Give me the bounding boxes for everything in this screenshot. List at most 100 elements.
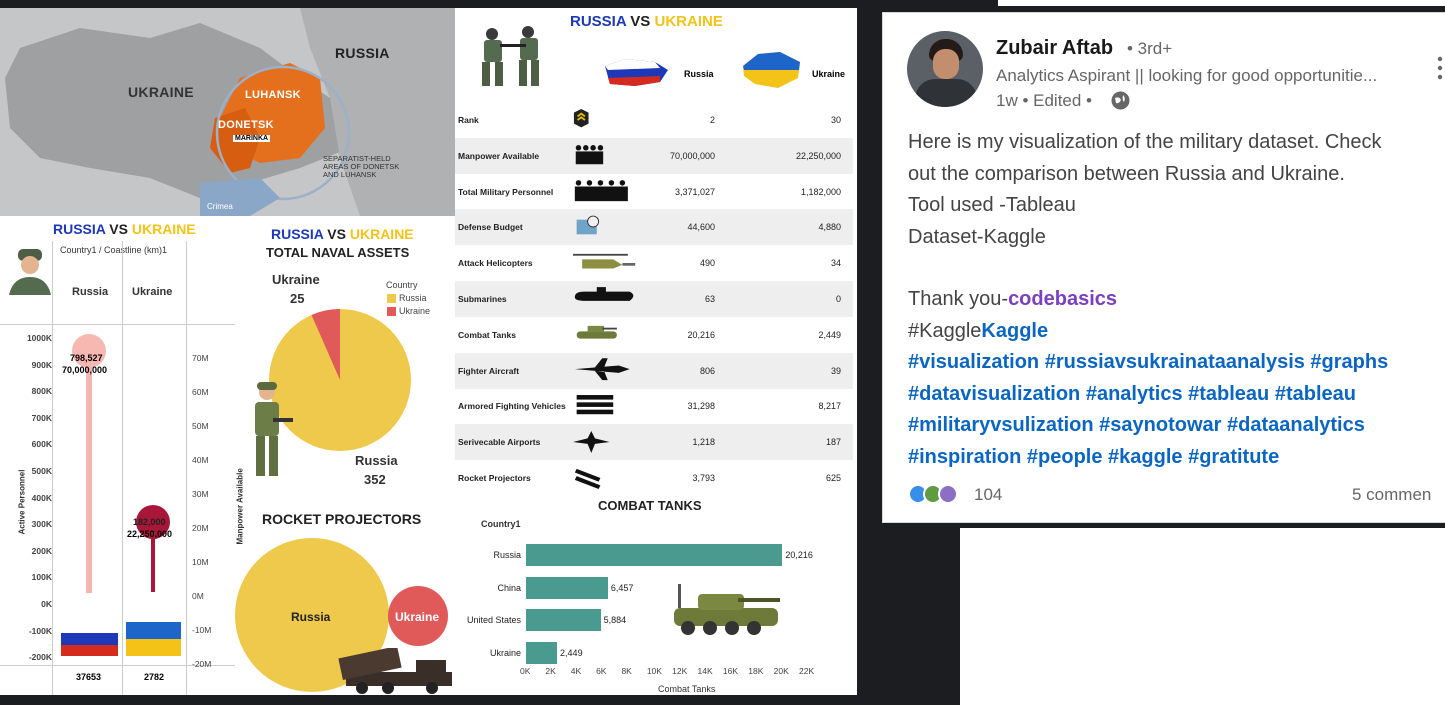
tank-bar (526, 641, 558, 664)
tank-x-tick: 6K (596, 666, 607, 676)
rocket-launcher-icon (573, 464, 637, 492)
naval-ukraine-label: Ukraine (272, 272, 320, 287)
manpower-tick: -20M (192, 659, 212, 669)
airport-icon (573, 428, 637, 456)
row-value-ukraine: 625 (825, 473, 841, 483)
row-label: Serivecable Airports (458, 437, 541, 448)
tank-category-label: United States (466, 615, 521, 625)
row-value-russia: 2 (709, 115, 715, 125)
manpower-tick: 70M (192, 353, 209, 363)
post-body: Here is my visualization of the military… (908, 127, 1388, 473)
kaggle-link[interactable]: Kaggle (981, 320, 1048, 342)
manpower-tick: 20M (192, 523, 209, 533)
tank-x-tick: 4K (570, 666, 582, 676)
naval-title-vs: VS (323, 226, 350, 242)
personnel-header: Country1 / Coastline (km)1 (60, 245, 168, 255)
personnel-col-russia: Russia (72, 286, 109, 298)
tank-bar-value: 6,457 (610, 582, 634, 593)
row-value-ukraine: 34 (830, 258, 841, 269)
col-header-ukraine: Ukraine (812, 69, 846, 79)
comparison-row: Rank 2 30 (455, 102, 853, 138)
row-value-ukraine: 0 (835, 294, 841, 304)
tank-x-tick: 20K (773, 666, 789, 676)
active-personnel-tick: 900K (31, 359, 52, 370)
row-value-russia: 70,000,000 (669, 150, 715, 161)
tank-bar-value: 20,216 (785, 550, 813, 560)
tank-bar-value: 2,449 (560, 647, 583, 658)
active-personnel-tick: 100K (31, 572, 52, 583)
hashtags-line-3[interactable]: #militaryvsulization #saynotowar #dataan… (908, 410, 1388, 442)
tank-x-tick: 8K (621, 666, 632, 676)
active-personnel-tick: 200K (31, 545, 52, 556)
row-value-ukraine: 22,250,000 (795, 150, 841, 161)
row-label: Manpower Available (458, 150, 540, 161)
reaction-count[interactable]: 104 (974, 485, 1002, 505)
row-value-russia: 1,218 (692, 437, 715, 448)
tank-category-label: Ukraine (489, 647, 521, 658)
row-value-russia: 63 (704, 294, 715, 304)
soldiers-illustration-icon (482, 26, 539, 86)
ukraine-coastline: 2782 (144, 672, 165, 682)
armored-vehicle-icon (573, 392, 637, 420)
row-value-ukraine: 8,217 (818, 401, 841, 412)
naval-title-russia: RUSSIA (271, 226, 324, 242)
naval-russia-label: Russia (355, 453, 398, 468)
row-label: Attack Helicopters (458, 258, 533, 269)
jet-icon (573, 357, 637, 385)
map-label-luhansk: LUHANSK (245, 89, 301, 101)
row-label: Defense Budget (458, 222, 523, 233)
people-icon (573, 142, 637, 170)
naval-subtitle: TOTAL NAVAL ASSETS (266, 245, 410, 260)
comparison-row: Armored Fighting Vehicles 31,298 8,217 (455, 388, 853, 424)
personnel-title: RUSSIA VS UKRAINE (53, 221, 196, 237)
map-label-russia: RUSSIA (335, 45, 390, 61)
title-ukraine: UKRAINE (654, 13, 723, 30)
tank-x-tick: 18K (748, 666, 764, 676)
personnel-divider-1 (52, 241, 53, 695)
comparison-row: Combat Tanks 20,216 2,449 (455, 317, 853, 353)
kaggle-text: #Kaggle (908, 319, 982, 342)
mention-codebasics[interactable]: codebasics (1008, 288, 1117, 310)
naval-title: RUSSIA VS UKRAINE (271, 226, 414, 242)
row-label: Combat Tanks (458, 329, 516, 340)
post-time: 1w • Edited • (996, 91, 1093, 110)
ukraine-manpower-value: 22,250,000 (127, 529, 173, 539)
map-panel: UKRAINE RUSSIA LUHANSK DONETSK MARINKA S… (0, 8, 455, 216)
row-label: Fighter Aircraft (458, 365, 520, 376)
map-label-separatist: SEPARATIST-HELD AREAS OF DONETSK AND LUH… (323, 155, 399, 179)
manpower-tick: 0M (192, 591, 204, 601)
row-label: Rank (458, 115, 479, 125)
hashtags-line-1[interactable]: #visualization #russiavsukrainataanalysi… (908, 347, 1388, 379)
row-value-russia: 31,298 (687, 401, 715, 412)
title-vs: VS (626, 13, 655, 30)
soldier-figure-icon (255, 382, 293, 476)
post-line-4: Dataset-Kaggle (908, 225, 1046, 248)
hashtags-line-4[interactable]: #inspiration #people #kaggle #gratitute (908, 442, 1388, 474)
naval-legend-russia: Russia (399, 293, 427, 303)
more-options-icon[interactable] (1434, 53, 1445, 83)
russia-coastline: 37653 (76, 672, 102, 682)
hashtags-line-2[interactable]: #datavisualization #analytics #tableau #… (908, 379, 1388, 411)
combat-tanks-y-label: Country1 (481, 519, 521, 529)
infographic-image: UKRAINE RUSSIA LUHANSK DONETSK MARINKA S… (0, 8, 857, 695)
row-value-russia: 3,371,027 (674, 186, 715, 197)
comparison-row: Submarines 63 0 (455, 281, 853, 317)
personnel-title-vs: VS (105, 221, 132, 237)
manpower-tick: -10M (192, 625, 212, 635)
active-personnel-tick: -100K (28, 625, 52, 636)
tank-category-label: Russia (493, 550, 521, 560)
author-avatar[interactable] (907, 31, 983, 107)
ukraine-active-value: 182,000 (133, 517, 166, 527)
soldier-avatar-icon (9, 249, 51, 295)
comparison-row: Defense Budget 44,600 4,880 (455, 209, 853, 246)
connection-degree: • 3rd+ (1127, 39, 1173, 58)
map-label-donetsk: DONETSK (218, 119, 274, 131)
row-value-russia: 490 (699, 258, 715, 269)
map-label-marinka: MARINKA (233, 135, 271, 142)
reaction-icons[interactable] (908, 483, 972, 505)
comments-count[interactable]: 5 commen (1352, 485, 1431, 505)
russia-manpower-value: 70,000,000 (62, 365, 108, 375)
tank-bar (526, 576, 608, 599)
row-value-ukraine: 30 (830, 115, 841, 125)
author-name[interactable]: Zubair Aftab (996, 37, 1113, 60)
